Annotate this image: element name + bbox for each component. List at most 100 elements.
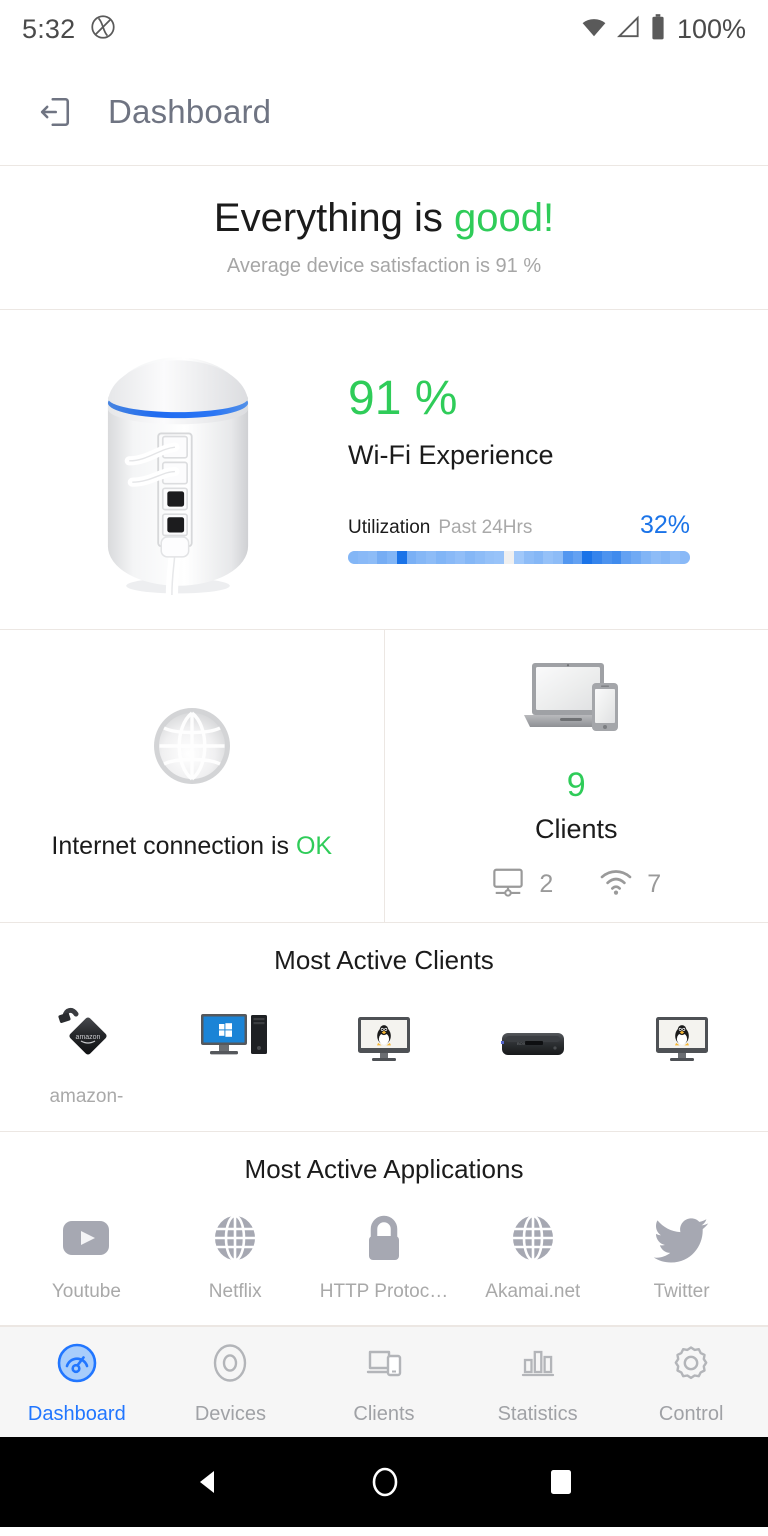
no-sim-icon [89,13,117,46]
list-item[interactable]: amazon amazon- [12,1002,161,1108]
twitter-bird-icon [651,1205,713,1267]
utilization-label: Utilization [348,517,431,538]
wired-clients-count: 2 [539,869,554,898]
nav-item-dashboard[interactable]: Dashboard [0,1339,154,1426]
android-recents-icon[interactable] [545,1465,577,1499]
nav-item-clients[interactable]: Clients [307,1339,461,1426]
most-active-applications-section: Most Active Applications Youtube Netflix… [0,1132,768,1326]
wifi-experience-score: 91 % [348,372,458,425]
internet-status-value: OK [295,831,333,860]
overall-status-accent: good! [454,195,555,240]
list-item[interactable]: Youtube [12,1205,161,1303]
list-item[interactable] [310,1002,459,1108]
amazon-firestick-icon: amazon [54,1002,118,1064]
app-bar: Dashboard [0,58,768,166]
utilization-segment [631,551,641,564]
gauge-icon [53,1339,101,1392]
utilization-segment [387,551,397,564]
utilization-segment [474,551,485,564]
utilization-segment [426,551,436,564]
utilization-segment [484,551,495,564]
utilization-segment [553,551,563,564]
most-active-applications-list: Youtube Netflix HTTP Protoc… Akamai.net … [0,1185,768,1303]
internet-status-text: Internet connection is OK [51,831,332,862]
utilization-segment [465,551,475,564]
list-item-label: amazon- [49,1086,124,1107]
status-bar-clock: 5:32 [22,13,76,44]
windows-desktop-icon [197,1002,273,1064]
wired-client-icon [491,867,525,902]
internet-status-prefix: Internet connection is [51,831,296,860]
list-item-label: Twitter [653,1281,710,1302]
utilization-segment [396,551,407,564]
globe-icon [504,1205,562,1267]
wifi-icon [579,14,609,45]
android-system-navigation [0,1437,768,1527]
settop-box-icon: BOX [495,1002,571,1064]
list-item[interactable] [161,1002,310,1108]
wifi-stats: 91 % Wi-Fi Experience Utilization Past 2… [348,375,768,564]
list-item[interactable]: Twitter [607,1205,756,1303]
utilization-segment [435,551,446,564]
exit-door-icon[interactable] [34,91,76,133]
clients-card[interactable]: 9 Clients 2 7 [385,630,768,922]
list-item[interactable]: BOX [458,1002,607,1108]
utilization-segment [543,551,554,564]
utilization-segment [680,551,690,564]
utilization-row: Utilization Past 24Hrs 32% [348,511,690,540]
list-item[interactable] [607,1002,756,1108]
wifi-experience-panel[interactable]: 91 % Wi-Fi Experience Utilization Past 2… [0,310,768,630]
clients-label: Clients [534,813,618,844]
utilization-segment [377,551,388,564]
page-title: Dashboard [108,92,272,130]
bar-chart-icon [514,1339,562,1392]
list-item[interactable]: HTTP Protoc… [310,1205,459,1303]
overall-status-prefix: Everything is [213,195,454,240]
nav-item-statistics[interactable]: Statistics [461,1339,615,1426]
linux-monitor-icon [355,1002,413,1064]
android-back-icon[interactable] [191,1465,225,1499]
router-device-icon [8,342,348,598]
circle-icon [206,1339,254,1392]
devices-icon [360,1339,408,1392]
status-bar-right: 100% [579,13,746,46]
globe-icon [142,696,242,801]
wireless-clients: 7 [599,868,661,901]
list-item-label: HTTP Protoc… [319,1281,449,1302]
list-item[interactable]: Netflix [161,1205,310,1303]
utilization-segment [367,551,378,564]
overall-status-title: Everything is good! [214,198,554,238]
nav-item-devices[interactable]: Devices [154,1339,308,1426]
nav-item-control[interactable]: Control [614,1339,768,1426]
overall-status-banner: Everything is good! Average device satis… [0,166,768,310]
utilization-segment [592,551,602,564]
utilization-period: Past 24Hrs [438,517,533,538]
battery-icon [649,13,667,46]
android-home-icon[interactable] [368,1463,402,1501]
globe-icon [206,1205,264,1267]
list-item[interactable]: Akamai.net [458,1205,607,1303]
most-active-clients-list: amazon amazon- BOX [0,976,768,1108]
most-active-clients-section: Most Active Clients amazon amazon- BOX [0,923,768,1132]
lock-icon [355,1205,413,1267]
wireless-clients-count: 7 [647,869,662,898]
most-active-clients-title: Most Active Clients [274,945,494,975]
utilization-value: 32% [639,511,690,539]
clients-breakdown: 2 7 [491,867,661,902]
utilization-segment [533,551,544,564]
utilization-segment [416,551,427,564]
clients-count: 9 [566,765,586,804]
overall-status-subtitle: Average device satisfaction is 91 % [226,254,542,277]
utilization-segment [640,551,651,564]
utilization-segment [650,551,661,564]
utilization-segment [582,551,593,564]
utilization-segment [348,551,358,564]
summary-cards: Internet connection is OK 9 Clients 2 7 [0,630,768,923]
internet-connection-card[interactable]: Internet connection is OK [0,630,385,922]
laptop-phone-icon [516,657,636,746]
nav-item-control-label: Control [658,1402,724,1425]
utilization-segment [621,551,632,564]
nav-item-clients-label: Clients [353,1402,415,1425]
status-bar-left: 5:32 [22,13,117,46]
list-item-label: Netflix [208,1281,262,1302]
